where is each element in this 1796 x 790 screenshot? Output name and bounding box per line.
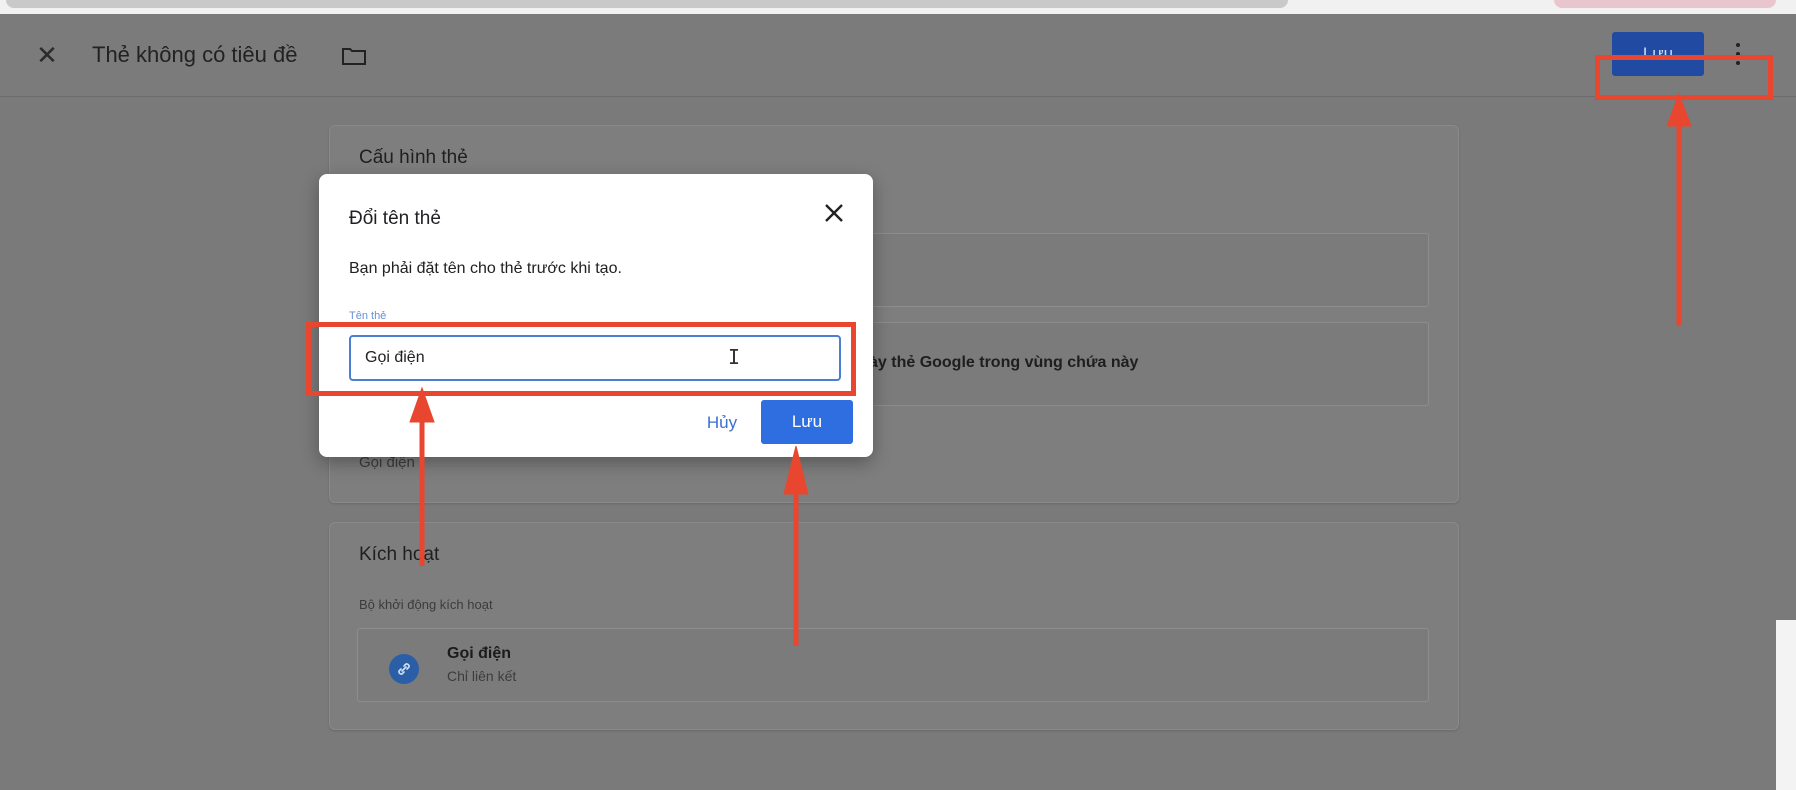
- arrow-dialog-save: [783, 445, 809, 495]
- annotation-arrows: [409, 92, 1692, 646]
- arrow-save-top: [1666, 92, 1692, 127]
- right-edge: [1776, 620, 1796, 790]
- arrow-input: [409, 386, 435, 423]
